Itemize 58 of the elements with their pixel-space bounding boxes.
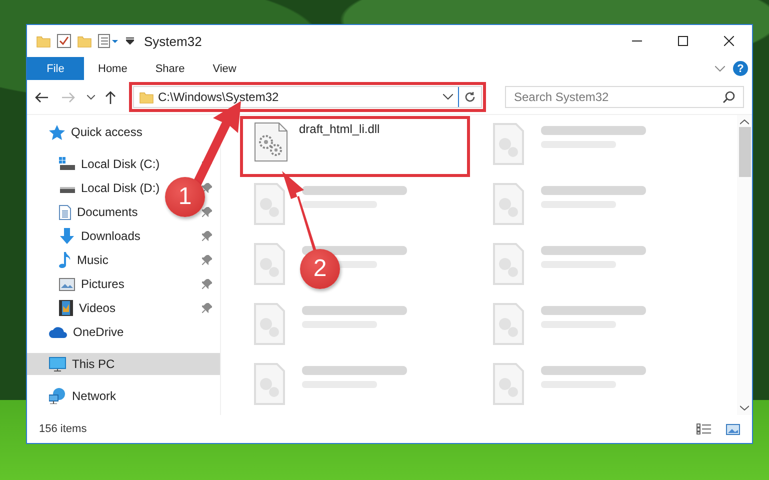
large-icons-view-icon[interactable] bbox=[726, 424, 740, 434]
picture-icon bbox=[59, 278, 75, 290]
properties-icon bbox=[57, 34, 71, 48]
pin-icon bbox=[202, 303, 212, 313]
star-icon bbox=[49, 124, 65, 140]
maximize-icon[interactable] bbox=[678, 36, 688, 46]
drive-icon bbox=[59, 157, 75, 171]
sidebar-item[interactable]: Videos bbox=[27, 297, 116, 319]
pin-icon bbox=[202, 279, 212, 289]
scrollbar[interactable] bbox=[737, 115, 752, 415]
cloud-icon bbox=[49, 326, 67, 338]
film-icon bbox=[59, 300, 73, 316]
sidebar-item[interactable]: Music bbox=[27, 249, 108, 271]
sidebar-item[interactable]: Pictures bbox=[27, 273, 124, 295]
details-view-icon[interactable] bbox=[696, 423, 712, 435]
document-icon bbox=[59, 204, 71, 220]
back-arrow-icon[interactable] bbox=[35, 92, 48, 102]
monitor-icon bbox=[49, 356, 66, 372]
window-title: System32 bbox=[144, 34, 202, 48]
search-field[interactable]: Search System32 bbox=[505, 86, 744, 108]
help-button[interactable]: ? bbox=[733, 61, 748, 76]
sidebar-item[interactable]: Network bbox=[27, 385, 116, 407]
item-count: 156 items bbox=[39, 423, 87, 435]
refresh-icon[interactable] bbox=[464, 91, 476, 103]
sidebar-item[interactable]: Quick access bbox=[27, 121, 142, 143]
chevron-down-icon bbox=[715, 66, 725, 72]
ribbon-tab[interactable]: Share bbox=[141, 57, 199, 80]
file-item[interactable]: draft_html_li.dll bbox=[244, 120, 466, 173]
ribbon-tab[interactable]: View bbox=[198, 57, 250, 80]
dropdown-caret-icon bbox=[126, 37, 134, 45]
sidebar-item[interactable]: Downloads bbox=[27, 225, 140, 247]
folder-icon bbox=[139, 90, 154, 104]
ribbon-tab[interactable]: Home bbox=[84, 57, 142, 80]
chevron-down-icon bbox=[443, 94, 453, 100]
folder-icon bbox=[36, 34, 51, 48]
up-arrow-icon[interactable] bbox=[105, 90, 116, 104]
file-menu[interactable]: File bbox=[27, 57, 84, 80]
sidebar-item[interactable]: OneDrive bbox=[27, 321, 124, 343]
music-note-icon bbox=[59, 252, 71, 268]
search-icon bbox=[723, 91, 735, 103]
file-name: draft_html_li.dll bbox=[299, 122, 380, 138]
network-globe-icon bbox=[49, 388, 66, 404]
scroll-up-icon[interactable] bbox=[740, 119, 749, 125]
sidebar-item[interactable]: Local Disk (D:) bbox=[27, 177, 160, 199]
sidebar-item[interactable]: Documents bbox=[27, 201, 138, 223]
sidebar-item[interactable]: Local Disk (C:) bbox=[27, 153, 160, 175]
pin-icon bbox=[202, 207, 212, 217]
close-icon[interactable] bbox=[724, 36, 734, 46]
gear-file-icon bbox=[254, 122, 288, 162]
view-options-icon bbox=[98, 34, 120, 48]
scrollbar-thumb[interactable] bbox=[738, 127, 750, 177]
pin-icon bbox=[202, 255, 212, 265]
download-arrow-icon bbox=[59, 228, 75, 244]
pin-icon bbox=[202, 231, 212, 241]
pin-icon bbox=[202, 183, 212, 193]
chevron-down-icon[interactable] bbox=[87, 94, 95, 100]
folder-icon bbox=[77, 34, 92, 48]
scroll-down-icon[interactable] bbox=[740, 405, 749, 411]
